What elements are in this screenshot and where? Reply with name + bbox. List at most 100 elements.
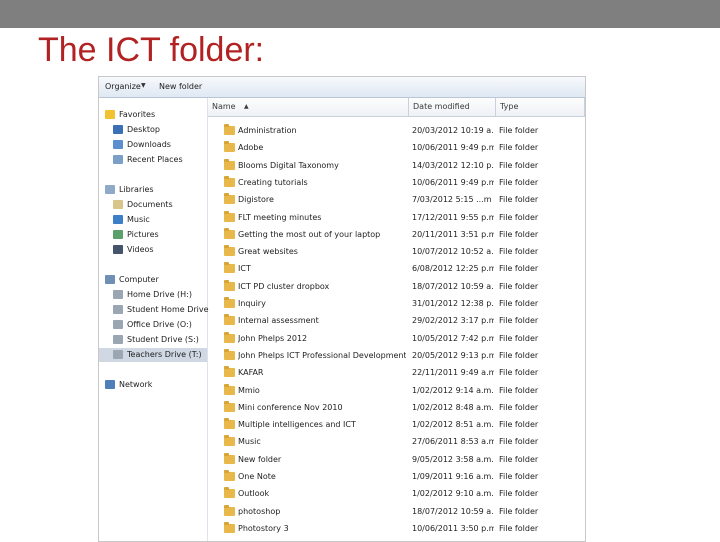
nav-item-videos[interactable]: Videos bbox=[113, 243, 205, 257]
file-date-modified: 27/06/2011 8:53 a.m. bbox=[412, 437, 494, 447]
nav-computer[interactable]: Computer bbox=[105, 273, 205, 287]
new-folder-button[interactable]: New folder bbox=[159, 82, 202, 91]
file-date-modified: 31/01/2012 12:38 p... bbox=[412, 299, 494, 308]
file-date-modified: 18/07/2012 10:59 a... bbox=[412, 281, 494, 291]
file-name: Mmio bbox=[238, 385, 260, 395]
folder-icon bbox=[224, 175, 235, 187]
file-type: File folder bbox=[499, 126, 539, 135]
file-row[interactable]: Great websites 10/07/2012 10:52 a... File … bbox=[208, 243, 585, 260]
file-row[interactable]: ICT PD cluster dropbox 18/07/2012 10:59 a… bbox=[208, 278, 585, 295]
file-row[interactable]: Photostory 3 10/06/2011 3:50 p.m. File fol… bbox=[208, 520, 585, 537]
file-row[interactable]: photoshop 18/07/2012 10:59 a... File folde… bbox=[208, 503, 585, 520]
folder-icon bbox=[224, 366, 235, 378]
column-header-date-modified[interactable]: Date modified bbox=[409, 98, 496, 117]
file-row[interactable]: FLT meeting minutes 17/12/2011 9:55 p.m. F… bbox=[208, 209, 585, 226]
nav-item-student-home-drive[interactable]: Student Home Drive bbox=[113, 303, 209, 317]
nav-network[interactable]: Network bbox=[105, 378, 205, 392]
file-row[interactable]: John Phelps ICT Professional Development… bbox=[208, 347, 585, 364]
file-date-modified: 1/02/2012 9:14 a.m. bbox=[412, 385, 494, 395]
file-row[interactable]: Internal assessment 29/02/2012 3:17 p.m. F… bbox=[208, 312, 585, 329]
file-row[interactable]: Adobe 10/06/2011 9:49 p.m. File folder bbox=[208, 139, 585, 156]
folder-icon bbox=[224, 383, 235, 395]
file-row[interactable]: Getting the most out of your laptop 20/11… bbox=[208, 226, 585, 243]
column-header-name[interactable]: Name ▲ bbox=[208, 98, 409, 117]
file-row[interactable]: Multiple intelligences and ICT 1/02/2012 … bbox=[208, 416, 585, 433]
file-date-modified: 1/02/2012 8:51 a.m. bbox=[412, 420, 494, 430]
file-row[interactable]: Blooms Digital Taxonomy 14/03/2012 12:10 … bbox=[208, 157, 585, 174]
nav-item-desktop[interactable]: Desktop bbox=[113, 123, 205, 137]
file-name: Creating tutorials bbox=[238, 177, 308, 187]
nav-libraries[interactable]: Libraries bbox=[105, 183, 205, 197]
folder-icon bbox=[224, 245, 235, 257]
file-name: Music bbox=[238, 437, 261, 447]
network-icon bbox=[105, 380, 115, 389]
folder-icon bbox=[224, 452, 235, 464]
folder-icon bbox=[224, 435, 235, 447]
column-header-type[interactable]: Type bbox=[496, 98, 585, 117]
file-list: Name ▲ Date modified Type Administration… bbox=[208, 98, 585, 541]
nav-item-student-drive[interactable]: Student Drive (S:) bbox=[113, 333, 205, 347]
nav-favorites[interactable]: Favorites bbox=[105, 108, 205, 122]
computer-icon bbox=[105, 275, 115, 284]
nav-item-downloads[interactable]: Downloads bbox=[113, 138, 205, 152]
file-type: File folder bbox=[499, 489, 539, 499]
nav-item-recent-places[interactable]: Recent Places bbox=[113, 153, 205, 167]
organize-dropdown-icon: ▼ bbox=[141, 82, 146, 89]
folder-icon bbox=[224, 279, 235, 291]
nav-item-teachers-drive[interactable]: Teachers Drive (T:) bbox=[99, 348, 207, 362]
file-date-modified: 22/11/2011 9:49 a.m. bbox=[412, 368, 494, 378]
file-date-modified: 10/06/2011 3:50 p.m. bbox=[412, 523, 494, 533]
slide-title: The ICT folder: bbox=[38, 31, 265, 69]
file-row[interactable]: Mini conference Nov 2010 1/02/2012 8:48 a… bbox=[208, 399, 585, 416]
file-type: File folder bbox=[499, 229, 539, 239]
file-name: John Phelps 2012 bbox=[238, 333, 308, 343]
file-name: Great websites bbox=[238, 247, 298, 257]
file-row[interactable]: Creating tutorials 10/06/2011 9:49 p.m. Fi… bbox=[208, 174, 585, 191]
documents-icon bbox=[113, 200, 123, 209]
file-name: Getting the most out of your laptop bbox=[238, 229, 381, 239]
file-row[interactable]: Mmio 1/02/2012 9:14 a.m. File folder bbox=[208, 382, 585, 399]
file-row[interactable]: Administration 20/03/2012 10:19 a... File … bbox=[208, 122, 585, 139]
file-date-modified: 9/05/2012 3:58 a.m. bbox=[412, 454, 494, 464]
file-name: ICT bbox=[238, 264, 251, 274]
folder-icon bbox=[224, 210, 235, 222]
file-name: KAFAR bbox=[238, 368, 264, 378]
file-name: John Phelps ICT Professional Development bbox=[238, 350, 406, 360]
file-name: Administration bbox=[238, 126, 297, 135]
folder-icon bbox=[224, 193, 235, 205]
file-name: Multiple intelligences and ICT bbox=[238, 420, 356, 430]
organize-button[interactable]: Organize bbox=[105, 82, 141, 91]
file-row[interactable]: Music 27/06/2011 8:53 a.m. File folder bbox=[208, 433, 585, 450]
file-type: File folder bbox=[499, 316, 539, 326]
file-name: Internal assessment bbox=[238, 316, 319, 326]
file-date-modified: 29/02/2012 3:17 p.m. bbox=[412, 316, 494, 326]
slide-top-bar bbox=[0, 0, 720, 28]
nav-item-home-drive[interactable]: Home Drive (H:) bbox=[113, 288, 205, 302]
file-row[interactable]: Digistore 7/03/2012 5:15 ...m File folder bbox=[208, 191, 585, 208]
file-row[interactable]: John Phelps 2012 10/05/2012 7:42 p.m. File… bbox=[208, 330, 585, 347]
file-name: Outlook bbox=[238, 489, 270, 499]
file-type: File folder bbox=[499, 385, 539, 395]
network-drive-icon bbox=[113, 335, 123, 344]
network-drive-icon bbox=[113, 320, 123, 329]
explorer-toolbar: Organize ▼ New folder bbox=[99, 77, 585, 98]
nav-item-documents[interactable]: Documents bbox=[113, 198, 205, 212]
libraries-icon bbox=[105, 185, 115, 194]
folder-icon bbox=[224, 418, 235, 430]
file-name: Digistore bbox=[238, 195, 274, 205]
file-row[interactable]: One Note 1/09/2011 9:16 a.m. File folder bbox=[208, 468, 585, 485]
file-name: Mini conference Nov 2010 bbox=[238, 402, 343, 412]
file-row[interactable]: New folder 9/05/2012 3:58 a.m. File folder bbox=[208, 451, 585, 468]
file-row[interactable]: ICT 6/08/2012 12:25 p.m. File folder bbox=[208, 260, 585, 277]
file-row[interactable]: Outlook 1/02/2012 9:10 a.m. File folder bbox=[208, 485, 585, 502]
file-row[interactable]: KAFAR 22/11/2011 9:49 a.m. File folder bbox=[208, 364, 585, 381]
file-date-modified: 17/12/2011 9:55 p.m. bbox=[412, 212, 494, 222]
nav-item-pictures[interactable]: Pictures bbox=[113, 228, 205, 242]
file-type: File folder bbox=[499, 212, 539, 222]
file-name: Inquiry bbox=[238, 299, 266, 308]
nav-item-music[interactable]: Music bbox=[113, 213, 205, 227]
nav-item-office-drive[interactable]: Office Drive (O:) bbox=[113, 318, 205, 332]
file-row[interactable]: Inquiry 31/01/2012 12:38 p... File folder bbox=[208, 295, 585, 312]
file-type: File folder bbox=[499, 437, 539, 447]
file-name: photoshop bbox=[238, 506, 281, 516]
